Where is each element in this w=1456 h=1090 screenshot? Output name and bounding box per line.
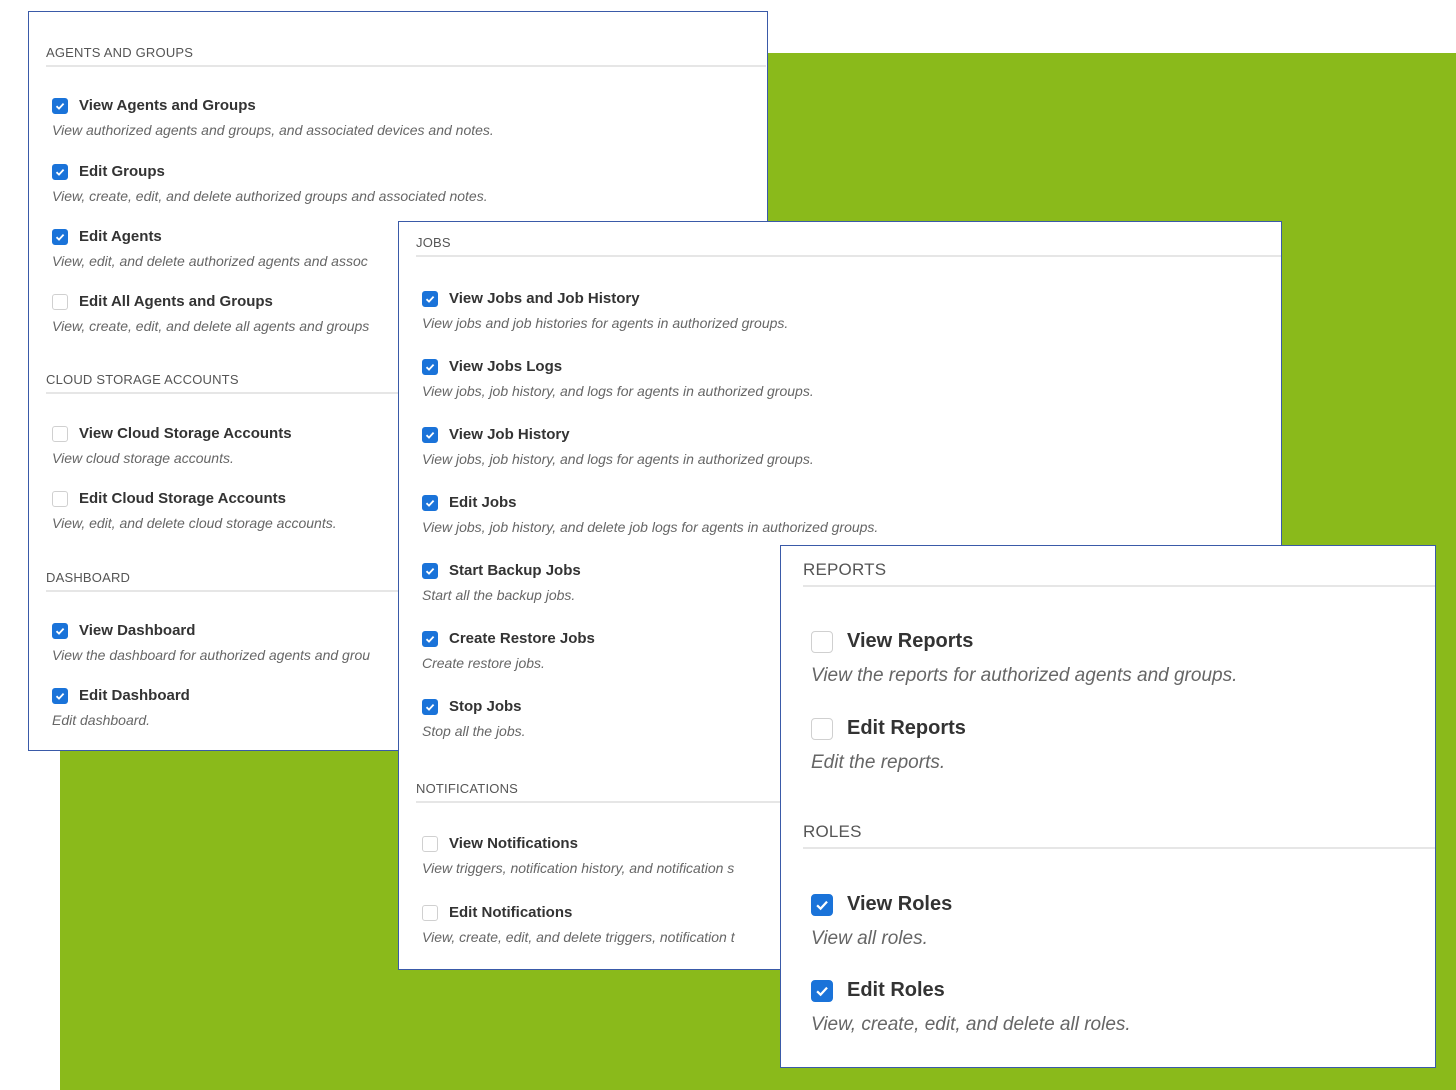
checkbox-icon[interactable] xyxy=(422,698,438,715)
perm-view-dashboard: View Dashboard View the dashboard for au… xyxy=(52,622,370,663)
perm-label: View Dashboard xyxy=(79,622,196,639)
checkbox-icon[interactable] xyxy=(52,687,68,704)
perm-description: View, create, edit, and delete all roles… xyxy=(811,1014,1131,1035)
perm-edit-all-agents-groups: Edit All Agents and Groups View, create,… xyxy=(52,293,369,334)
perm-description: Start all the backup jobs. xyxy=(422,587,576,603)
perm-edit-agents: Edit Agents View, edit, and delete autho… xyxy=(52,228,368,269)
section-title-agents-groups: AGENTS AND GROUPS xyxy=(46,45,766,67)
perm-edit-groups: Edit Groups View, create, edit, and dele… xyxy=(52,163,488,204)
perm-description: View triggers, notification history, and… xyxy=(422,860,735,876)
checkbox-icon[interactable] xyxy=(811,979,833,1002)
checkbox-icon[interactable] xyxy=(52,163,68,180)
perm-label: Edit Roles xyxy=(847,979,945,1001)
perm-label: Edit Notifications xyxy=(449,904,573,921)
checkbox-icon[interactable] xyxy=(422,290,438,307)
perm-view-jobs-history: View Jobs and Job History View jobs and … xyxy=(422,290,788,331)
checkbox-icon[interactable] xyxy=(422,358,438,375)
perm-description: Edit the reports. xyxy=(811,752,946,773)
perm-view-job-history: View Job History View jobs, job history,… xyxy=(422,426,814,467)
perm-description: Stop all the jobs. xyxy=(422,723,526,739)
perm-edit-jobs: Edit Jobs View jobs, job history, and de… xyxy=(422,494,878,535)
perm-label: View Notifications xyxy=(449,835,578,852)
section-title-reports: REPORTS xyxy=(803,560,1435,587)
perm-create-restore-jobs: Create Restore Jobs Create restore jobs. xyxy=(422,630,595,671)
perm-description: View the reports for authorized agents a… xyxy=(811,665,1238,686)
perm-description: View authorized agents and groups, and a… xyxy=(52,122,494,138)
section-title-roles: ROLES xyxy=(803,822,1435,849)
perm-view-notifications: View Notifications View triggers, notifi… xyxy=(422,835,734,876)
checkbox-icon[interactable] xyxy=(422,835,438,852)
perm-label: View Roles xyxy=(847,893,953,915)
checkbox-icon[interactable] xyxy=(422,904,438,921)
perm-view-agents-groups: View Agents and Groups View authorized a… xyxy=(52,97,494,138)
permissions-panel-reports: REPORTS View Reports View the reports fo… xyxy=(780,545,1436,1068)
perm-label: Edit Agents xyxy=(79,228,162,245)
perm-label: View Agents and Groups xyxy=(79,97,256,114)
checkbox-icon[interactable] xyxy=(422,562,438,579)
perm-edit-dashboard: Edit Dashboard Edit dashboard. xyxy=(52,687,190,728)
checkbox-icon[interactable] xyxy=(422,494,438,511)
perm-label: View Job History xyxy=(449,426,570,443)
checkbox-icon[interactable] xyxy=(52,228,68,245)
checkbox-icon[interactable] xyxy=(811,630,833,653)
checkbox-icon[interactable] xyxy=(422,630,438,647)
perm-label: View Reports xyxy=(847,630,974,652)
perm-label: Edit Reports xyxy=(847,717,966,739)
perm-description: View cloud storage accounts. xyxy=(52,450,234,466)
perm-label: Edit Jobs xyxy=(449,494,517,511)
checkbox-icon[interactable] xyxy=(422,426,438,443)
perm-label: View Jobs and Job History xyxy=(449,290,640,307)
perm-label: Create Restore Jobs xyxy=(449,630,595,647)
checkbox-icon[interactable] xyxy=(52,97,68,114)
perm-label: View Jobs Logs xyxy=(449,358,563,375)
section-title-jobs: JOBS xyxy=(416,235,1281,257)
checkbox-icon[interactable] xyxy=(52,622,68,639)
checkbox-icon[interactable] xyxy=(811,717,833,740)
checkbox-icon[interactable] xyxy=(52,425,68,442)
perm-description: View the dashboard for authorized agents… xyxy=(52,647,371,663)
perm-description: View, create, edit, and delete authorize… xyxy=(52,188,488,204)
perm-description: View, create, edit, and delete triggers,… xyxy=(422,929,735,945)
perm-label: Start Backup Jobs xyxy=(449,562,581,579)
perm-label: Edit Cloud Storage Accounts xyxy=(79,490,286,507)
perm-label: Stop Jobs xyxy=(449,698,522,715)
perm-description: Create restore jobs. xyxy=(422,655,545,671)
perm-description: View jobs, job history, and logs for age… xyxy=(422,451,814,467)
perm-description: View jobs, job history, and delete job l… xyxy=(422,519,879,535)
perm-view-cloud-storage: View Cloud Storage Accounts View cloud s… xyxy=(52,425,292,466)
perm-edit-roles: Edit Roles View, create, edit, and delet… xyxy=(811,979,1131,1036)
perm-description: View, edit, and delete authorized agents… xyxy=(52,253,368,269)
perm-view-roles: View Roles View all roles. xyxy=(811,893,952,950)
perm-description: View jobs, job history, and logs for age… xyxy=(422,383,814,399)
perm-start-backup-jobs: Start Backup Jobs Start all the backup j… xyxy=(422,562,581,603)
checkbox-icon[interactable] xyxy=(52,490,68,507)
perm-label: View Cloud Storage Accounts xyxy=(79,425,292,442)
checkbox-icon[interactable] xyxy=(811,893,833,916)
perm-description: View jobs and job histories for agents i… xyxy=(422,315,789,331)
perm-description: View all roles. xyxy=(811,928,928,949)
perm-view-jobs-logs: View Jobs Logs View jobs, job history, a… xyxy=(422,358,814,399)
perm-stop-jobs: Stop Jobs Stop all the jobs. xyxy=(422,698,526,739)
perm-edit-notifications: Edit Notifications View, create, edit, a… xyxy=(422,904,735,945)
perm-label: Edit Dashboard xyxy=(79,687,190,704)
checkbox-icon[interactable] xyxy=(52,293,68,310)
perm-view-reports: View Reports View the reports for author… xyxy=(811,630,1237,687)
perm-label: Edit All Agents and Groups xyxy=(79,293,273,310)
perm-edit-reports: Edit Reports Edit the reports. xyxy=(811,717,966,774)
perm-description: View, create, edit, and delete all agent… xyxy=(52,318,370,334)
perm-description: View, edit, and delete cloud storage acc… xyxy=(52,515,337,531)
perm-description: Edit dashboard. xyxy=(52,712,151,728)
perm-edit-cloud-storage: Edit Cloud Storage Accounts View, edit, … xyxy=(52,490,337,531)
perm-label: Edit Groups xyxy=(79,163,165,180)
